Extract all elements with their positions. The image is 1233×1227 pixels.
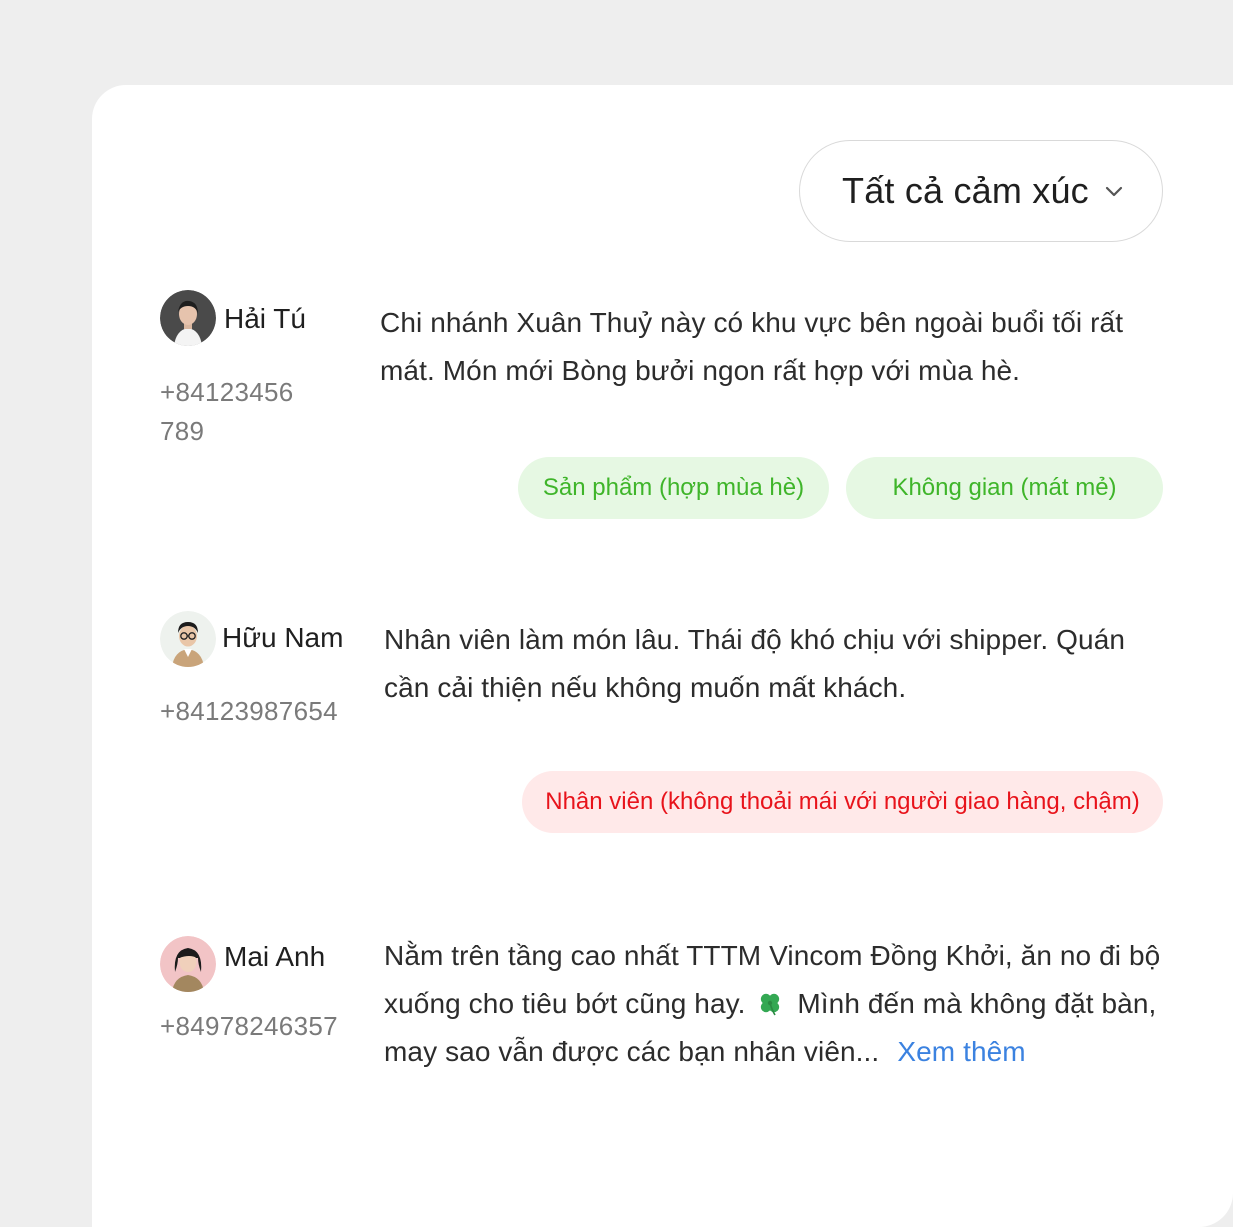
reviewer-name: Mai Anh: [224, 941, 326, 972]
review-comment: Nằm trên tầng cao nhất TTTM Vincom Đồng …: [384, 932, 1174, 1076]
avatar[interactable]: [160, 936, 216, 992]
reviewer-phone: +84978246357: [160, 1011, 338, 1041]
reviewer-phone: +84123456789: [160, 377, 294, 446]
sentiment-tag-positive[interactable]: Sản phẩm (hợp mùa hè): [518, 457, 829, 519]
four-leaf-clover-icon: [761, 993, 780, 1016]
reviewer-name: Hải Tú: [224, 303, 306, 334]
sentiment-filter-dropdown[interactable]: Tất cả cảm xúc: [799, 140, 1163, 242]
reviews-panel: Tất cả cảm xúc Hải Tú +84123456789 Chi n…: [92, 85, 1233, 1227]
sentiment-tag-negative[interactable]: Nhân viên (không thoải mái với người gia…: [522, 771, 1163, 833]
sentiment-filter-label: Tất cả cảm xúc: [842, 170, 1089, 211]
avatar[interactable]: [160, 611, 216, 667]
avatar[interactable]: [160, 290, 216, 346]
review-comment: Chi nhánh Xuân Thuỷ này có khu vực bên n…: [380, 307, 1124, 386]
chevron-down-icon: [1105, 186, 1122, 197]
reviewer-phone: +84123987654: [160, 696, 338, 726]
see-more-link[interactable]: Xem thêm: [897, 1036, 1025, 1067]
reviewer-name: Hữu Nam: [222, 622, 344, 653]
sentiment-tag-positive[interactable]: Không gian (mát mẻ): [846, 457, 1163, 519]
review-comment: Nhân viên làm món lâu. Thái độ khó chịu …: [384, 624, 1126, 703]
